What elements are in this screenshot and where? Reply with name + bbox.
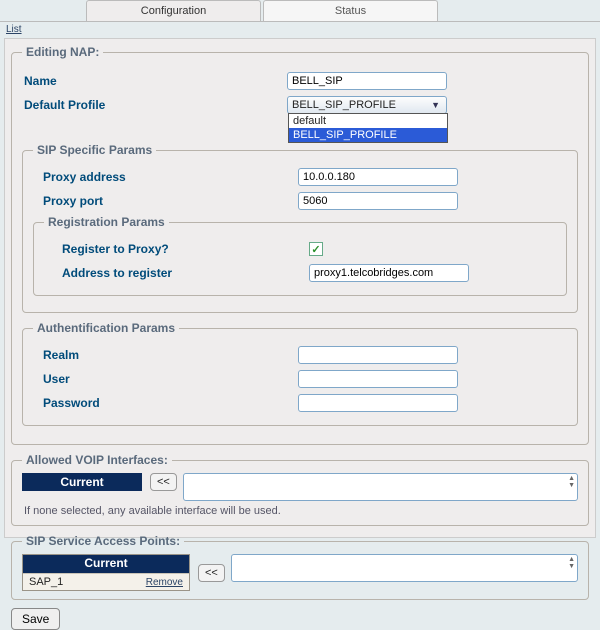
default-profile-selected: BELL_SIP_PROFILE [292, 99, 396, 111]
address-register-field[interactable] [309, 264, 469, 282]
tab-status[interactable]: Status [263, 0, 438, 21]
auth-params-group: Authentification Params Realm User Passw… [22, 321, 578, 426]
user-field[interactable] [298, 370, 458, 388]
stepper-icon[interactable]: ▲▼ [568, 556, 575, 570]
sip-legend: SIP Specific Params [33, 143, 156, 157]
password-field[interactable] [298, 394, 458, 412]
password-label: Password [33, 396, 298, 410]
allowed-move-button[interactable]: << [150, 473, 177, 491]
realm-label: Realm [33, 348, 298, 362]
allowed-current-header: Current [22, 473, 142, 491]
user-label: User [33, 372, 298, 386]
editing-legend: Editing NAP: [22, 45, 103, 59]
page-body: Editing NAP: Name Default Profile BELL_S… [4, 38, 596, 538]
sip-params-group: SIP Specific Params Proxy address Proxy … [22, 143, 578, 313]
stepper-icon[interactable]: ▲▼ [568, 475, 575, 489]
allowed-note: If none selected, any available interfac… [24, 505, 576, 517]
sap-item-label: SAP_1 [29, 576, 63, 588]
profile-option-bell[interactable]: BELL_SIP_PROFILE [289, 128, 447, 142]
register-checkbox[interactable]: ✓ [309, 242, 323, 256]
allowed-legend: Allowed VOIP Interfaces: [22, 453, 172, 467]
default-profile-dropdown[interactable]: default BELL_SIP_PROFILE [288, 113, 448, 143]
proxy-address-field[interactable] [298, 168, 458, 186]
sap-move-button[interactable]: << [198, 564, 225, 582]
auth-legend: Authentification Params [33, 321, 179, 335]
proxy-port-label: Proxy port [33, 194, 298, 208]
chevron-down-icon: ▼ [431, 100, 442, 110]
register-label: Register to Proxy? [44, 242, 309, 256]
save-button[interactable]: Save [11, 608, 60, 630]
profile-option-default[interactable]: default [289, 114, 447, 128]
sap-current-header: Current [23, 555, 189, 573]
name-label: Name [22, 74, 287, 88]
proxy-port-field[interactable] [298, 192, 458, 210]
allowed-voip-group: Allowed VOIP Interfaces: Current << ▲▼ I… [11, 453, 589, 526]
tab-configuration[interactable]: Configuration [86, 0, 261, 21]
sap-remove-link[interactable]: Remove [146, 577, 183, 588]
editing-nap-group: Editing NAP: Name Default Profile BELL_S… [11, 45, 589, 445]
table-row: SAP_1 Remove [23, 573, 189, 590]
list-link[interactable]: List [6, 24, 22, 35]
registration-params-group: Registration Params Register to Proxy? ✓… [33, 215, 567, 296]
proxy-address-label: Proxy address [33, 170, 298, 184]
realm-field[interactable] [298, 346, 458, 364]
address-register-label: Address to register [44, 266, 309, 280]
allowed-available-list[interactable]: ▲▼ [183, 473, 578, 501]
sap-available-list[interactable]: ▲▼ [231, 554, 578, 582]
default-profile-label: Default Profile [22, 98, 287, 112]
sap-legend: SIP Service Access Points: [22, 534, 184, 548]
name-field[interactable] [287, 72, 447, 90]
default-profile-select[interactable]: BELL_SIP_PROFILE ▼ [287, 96, 447, 114]
reg-legend: Registration Params [44, 215, 169, 229]
sap-group: SIP Service Access Points: Current SAP_1… [11, 534, 589, 600]
sap-current-table: Current SAP_1 Remove [22, 554, 190, 591]
